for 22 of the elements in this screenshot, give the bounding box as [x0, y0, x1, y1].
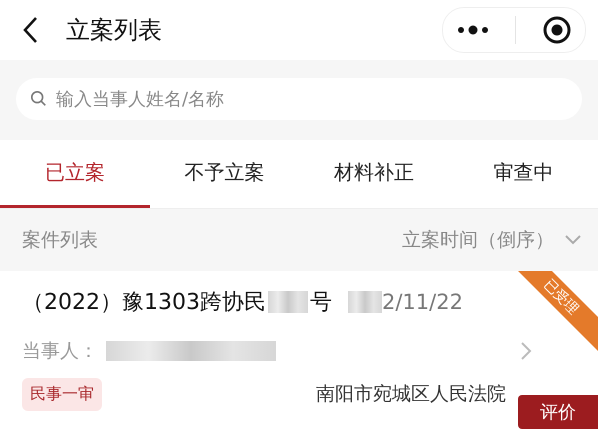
tab[interactable]: 已立案	[0, 140, 150, 208]
case-number-suffix: 号	[310, 289, 332, 317]
more-icon[interactable]	[456, 25, 490, 35]
search-field[interactable]: 输入当事人姓名/名称	[16, 78, 582, 120]
party-label: 当事人：	[22, 339, 98, 364]
tab[interactable]: 不予立案	[150, 140, 299, 208]
list-title: 案件列表	[22, 228, 98, 253]
case-type-tag: 民事一审	[22, 378, 102, 410]
search-icon	[30, 90, 48, 108]
page-title: 立案列表	[66, 15, 162, 46]
redaction-mark	[348, 291, 382, 313]
chevron-right-icon	[520, 341, 532, 361]
back-icon[interactable]	[22, 16, 38, 44]
rate-button[interactable]: 评价	[518, 395, 598, 429]
tab[interactable]: 材料补正	[299, 140, 448, 208]
close-icon[interactable]	[542, 15, 572, 45]
court-name: 南阳市宛城区人民法院	[316, 382, 506, 407]
case-card[interactable]: 已受理 （2022）豫1303跨协民 号 2/11/22 当事人： 民事一审 南阳市宛城区人民法院 评价	[0, 271, 598, 433]
tab[interactable]: 审查中	[448, 140, 598, 208]
case-number: （2022）豫1303跨协民	[22, 289, 266, 317]
redaction-mark	[268, 291, 308, 313]
filing-date: 2/11/22	[382, 290, 463, 314]
